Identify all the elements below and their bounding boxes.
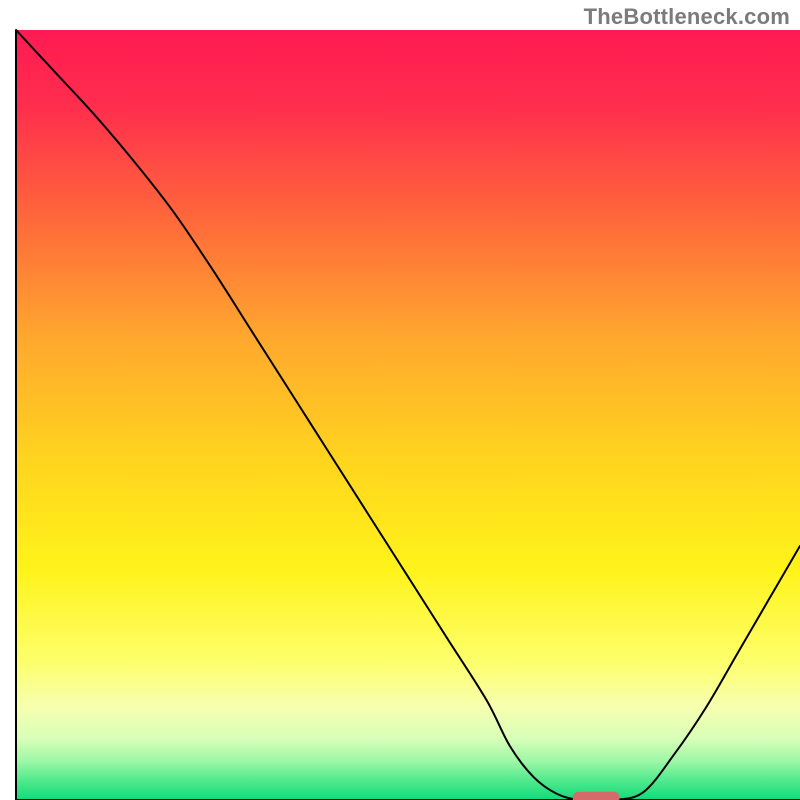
- chart-svg: [0, 0, 800, 800]
- chart-container: TheBottleneck.com: [0, 0, 800, 800]
- optimal-marker: [573, 792, 620, 800]
- plot-area: [16, 30, 800, 800]
- chart-background: [16, 30, 800, 800]
- watermark-text: TheBottleneck.com: [584, 4, 790, 30]
